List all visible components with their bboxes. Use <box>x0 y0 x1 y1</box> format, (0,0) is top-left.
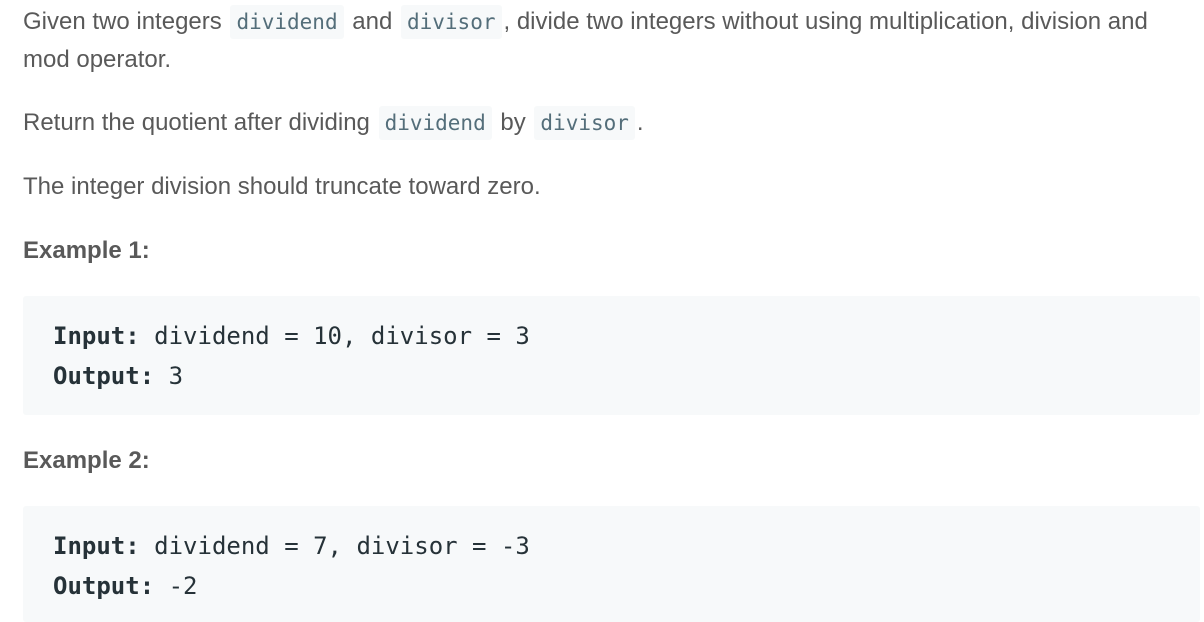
example-1-output-line: Output: 3 <box>53 356 1200 396</box>
dividend-code: dividend <box>378 106 492 140</box>
input-value: dividend = 10, divisor = 3 <box>139 322 530 350</box>
input-label: Input: <box>53 532 140 560</box>
output-value: -2 <box>154 572 198 600</box>
example-2-title: Example 2: <box>23 447 150 474</box>
intro-text-2: and <box>345 8 399 35</box>
return-paragraph: Return the quotient after dividing divid… <box>23 104 644 142</box>
input-value: dividend = 7, divisor = -3 <box>139 532 530 560</box>
return-text-2: by <box>493 109 533 136</box>
intro-text-1: Given two integers <box>23 8 229 35</box>
example-2-input-line: Input: dividend = 7, divisor = -3 <box>53 526 1200 566</box>
input-label: Input: <box>53 322 140 350</box>
example-2-block: Input: dividend = 7, divisor = -3 Output… <box>23 506 1200 622</box>
dividend-code: dividend <box>230 5 344 39</box>
output-value: 3 <box>154 362 184 390</box>
intro-paragraph: Given two integers dividend and divisor,… <box>23 3 1200 79</box>
output-label: Output: <box>53 362 155 390</box>
example-2-output-line: Output: -2 <box>53 566 1200 606</box>
return-text-3: . <box>636 109 644 136</box>
example-1-block: Input: dividend = 10, divisor = 3 Output… <box>23 296 1200 415</box>
output-label: Output: <box>53 572 155 600</box>
return-text-1: Return the quotient after dividing <box>23 109 377 136</box>
divisor-code: divisor <box>534 106 635 140</box>
example-1-input-line: Input: dividend = 10, divisor = 3 <box>53 316 1200 356</box>
example-1-title: Example 1: <box>23 237 150 264</box>
truncate-paragraph: The integer division should truncate tow… <box>23 173 541 200</box>
divisor-code: divisor <box>400 5 502 39</box>
